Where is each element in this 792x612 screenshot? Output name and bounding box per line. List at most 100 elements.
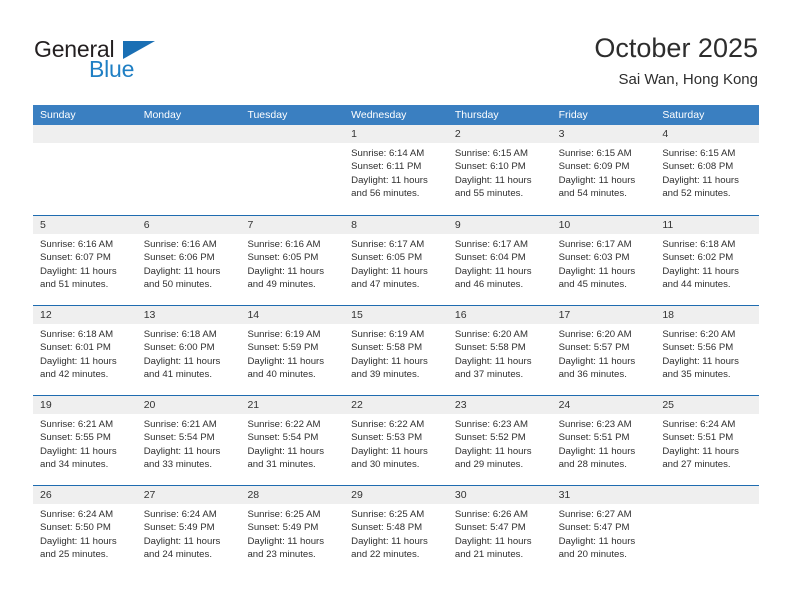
calendar-day-cell[interactable]: 11 Sunrise: 6:18 AM Sunset: 6:02 PM Dayligh… — [655, 216, 760, 305]
calendar-day-cell[interactable]: 15 Sunrise: 6:19 AM Sunset: 5:58 PM Dayligh… — [344, 306, 448, 395]
calendar-day-cell[interactable]: 14 Sunrise: 6:19 AM Sunset: 5:59 PM Dayligh… — [240, 306, 345, 395]
day-detail-line: Sunrise: 6:17 AM — [454, 239, 528, 250]
calendar-day-cell[interactable]: 19 Sunrise: 6:21 AM Sunset: 5:55 PM Dayligh… — [33, 396, 137, 485]
day-detail-line: and 52 minutes. — [662, 188, 731, 200]
day-detail-line: Daylight: 11 hours — [662, 355, 739, 367]
day-details: Sunrise: 6:25 AM Sunset: 5:48 PM Daylight:… — [344, 504, 448, 562]
day-detail-line: Daylight: 11 hours — [454, 174, 532, 186]
day-detail-line: Sunset: 5:54 PM — [247, 432, 319, 444]
day-details: Sunrise: 6:19 AM Sunset: 5:59 PM Daylight:… — [240, 324, 344, 382]
day-detail-line: Sunrise: 6:16 AM — [40, 239, 114, 250]
day-detail-line: Sunrise: 6:23 AM — [454, 419, 528, 430]
calendar-week-row: 26 Sunrise: 6:24 AM Sunset: 5:50 PM Dayligh… — [33, 485, 760, 575]
calendar-day-cell[interactable]: 23 Sunrise: 6:23 AM Sunset: 5:52 PM Dayligh… — [447, 396, 552, 485]
day-number: 23 — [447, 396, 552, 414]
day-number: 21 — [240, 396, 345, 414]
calendar-day-cell[interactable]: 3 Sunrise: 6:15 AM Sunset: 6:09 PM Daylight… — [551, 125, 656, 215]
day-number: 18 — [655, 306, 760, 324]
calendar-day-cell[interactable]: 22 Sunrise: 6:22 AM Sunset: 5:53 PM Dayligh… — [344, 396, 448, 485]
day-detail-line: Daylight: 11 hours — [247, 355, 325, 367]
day-details: Sunrise: 6:24 AM Sunset: 5:49 PM Daylight:… — [137, 504, 241, 562]
day-number — [655, 486, 760, 504]
day-number: 29 — [344, 486, 448, 504]
day-detail-line: Sunset: 5:52 PM — [454, 432, 526, 444]
day-number: 15 — [344, 306, 448, 324]
day-details: Sunrise: 6:16 AM Sunset: 6:06 PM Daylight:… — [137, 234, 241, 292]
day-details: Sunrise: 6:17 AM Sunset: 6:05 PM Daylight:… — [344, 234, 448, 292]
day-detail-line: Sunset: 6:03 PM — [558, 252, 630, 264]
day-detail-line: and 50 minutes. — [143, 279, 212, 291]
calendar-day-cell[interactable]: 25 Sunrise: 6:24 AM Sunset: 5:51 PM Dayligh… — [655, 396, 760, 485]
day-detail-line: and 47 minutes. — [351, 279, 420, 291]
day-detail-line: Daylight: 11 hours — [558, 265, 636, 277]
calendar-day-cell[interactable]: 29 Sunrise: 6:25 AM Sunset: 5:48 PM Dayligh… — [344, 486, 448, 575]
day-number: 1 — [344, 125, 448, 143]
day-detail-line: Daylight: 11 hours — [247, 445, 325, 457]
day-details — [240, 143, 344, 147]
calendar-day-cell[interactable]: 20 Sunrise: 6:21 AM Sunset: 5:54 PM Dayligh… — [136, 396, 241, 485]
calendar-day-cell[interactable]: 10 Sunrise: 6:17 AM Sunset: 6:03 PM Dayligh… — [551, 216, 656, 305]
day-detail-line: Sunset: 5:47 PM — [454, 522, 526, 534]
day-detail-line: Sunset: 5:47 PM — [558, 522, 630, 534]
calendar-day-cell[interactable]: 31 Sunrise: 6:27 AM Sunset: 5:47 PM Dayligh… — [551, 486, 656, 575]
weekday-header-row: Sunday Monday Tuesday Wednesday Thursday Frid… — [33, 105, 759, 125]
calendar-day-cell[interactable]: 12 Sunrise: 6:18 AM Sunset: 6:01 PM Dayligh… — [33, 306, 137, 395]
day-detail-line: Daylight: 11 hours — [40, 355, 117, 367]
calendar-day-cell[interactable]: 21 Sunrise: 6:22 AM Sunset: 5:54 PM Dayligh… — [240, 396, 345, 485]
day-detail-line: Sunset: 5:59 PM — [247, 342, 319, 354]
calendar-day-cell[interactable]: 2 Sunrise: 6:15 AM Sunset: 6:10 PM Daylight… — [447, 125, 552, 215]
calendar-day-cell[interactable]: 8 Sunrise: 6:17 AM Sunset: 6:05 PM Daylight… — [344, 216, 448, 305]
calendar-day-cell[interactable]: 28 Sunrise: 6:25 AM Sunset: 5:49 PM Dayligh… — [240, 486, 345, 575]
day-detail-line: Daylight: 11 hours — [351, 174, 428, 186]
day-detail-line: and 28 minutes. — [558, 459, 627, 471]
calendar-day-cell[interactable]: 27 Sunrise: 6:24 AM Sunset: 5:49 PM Dayligh… — [136, 486, 241, 575]
day-details: Sunrise: 6:23 AM Sunset: 5:52 PM Daylight:… — [448, 414, 552, 472]
day-detail-line: Sunset: 5:49 PM — [143, 522, 215, 534]
day-details — [33, 143, 137, 147]
calendar-day-cell[interactable]: 6 Sunrise: 6:16 AM Sunset: 6:06 PM Daylight… — [136, 216, 241, 305]
calendar-day-cell[interactable]: 18 Sunrise: 6:20 AM Sunset: 5:56 PM Dayligh… — [655, 306, 760, 395]
calendar-day-cell[interactable]: 1 Sunrise: 6:14 AM Sunset: 6:11 PM Daylight… — [344, 125, 448, 215]
day-detail-line: Sunrise: 6:17 AM — [558, 239, 632, 250]
calendar-day-cell[interactable]: 30 Sunrise: 6:26 AM Sunset: 5:47 PM Dayligh… — [447, 486, 552, 575]
calendar-day-cell-empty — [136, 125, 241, 215]
calendar-page: General Blue October 2025 Sai Wan, Hong … — [0, 0, 792, 612]
day-detail-line: Daylight: 11 hours — [247, 535, 325, 547]
day-detail-line: Daylight: 11 hours — [454, 445, 532, 457]
calendar-day-cell[interactable]: 4 Sunrise: 6:15 AM Sunset: 6:08 PM Daylight… — [655, 125, 760, 215]
calendar-day-cell[interactable]: 13 Sunrise: 6:18 AM Sunset: 6:00 PM Dayligh… — [136, 306, 241, 395]
day-detail-line: Sunrise: 6:25 AM — [351, 509, 425, 520]
day-detail-line: Sunset: 5:56 PM — [662, 342, 734, 354]
day-detail-line: Sunset: 5:51 PM — [558, 432, 630, 444]
calendar-day-cell[interactable]: 16 Sunrise: 6:20 AM Sunset: 5:58 PM Dayligh… — [447, 306, 552, 395]
day-detail-line: and 31 minutes. — [247, 459, 316, 471]
day-number: 25 — [655, 396, 760, 414]
day-detail-line: Sunrise: 6:18 AM — [662, 239, 736, 250]
day-detail-line: Sunrise: 6:16 AM — [143, 239, 217, 250]
day-detail-line: Daylight: 11 hours — [558, 535, 636, 547]
day-detail-line: and 21 minutes. — [454, 549, 524, 561]
page-subtitle: Sai Wan, Hong Kong — [618, 71, 758, 88]
day-detail-line: Sunrise: 6:22 AM — [351, 419, 425, 430]
day-detail-line: Sunrise: 6:21 AM — [40, 419, 114, 430]
day-details: Sunrise: 6:20 AM Sunset: 5:56 PM Daylight:… — [655, 324, 759, 382]
general-blue-logo[interactable]: General Blue — [34, 36, 214, 84]
calendar-day-cell[interactable]: 9 Sunrise: 6:17 AM Sunset: 6:04 PM Daylight… — [447, 216, 552, 305]
day-detail-line: Sunset: 6:09 PM — [558, 161, 630, 173]
calendar-day-cell[interactable]: 5 Sunrise: 6:16 AM Sunset: 6:07 PM Daylight… — [33, 216, 137, 305]
day-detail-line: Sunset: 6:08 PM — [662, 161, 734, 173]
day-details: Sunrise: 6:24 AM Sunset: 5:50 PM Daylight:… — [33, 504, 137, 562]
day-detail-line: and 27 minutes. — [662, 459, 731, 471]
calendar-day-cell[interactable]: 26 Sunrise: 6:24 AM Sunset: 5:50 PM Dayligh… — [33, 486, 137, 575]
day-number — [136, 125, 241, 143]
day-detail-line: and 24 minutes. — [143, 549, 212, 561]
day-detail-line: Daylight: 11 hours — [40, 265, 117, 277]
day-details: Sunrise: 6:18 AM Sunset: 6:00 PM Daylight:… — [137, 324, 241, 382]
day-details: Sunrise: 6:15 AM Sunset: 6:09 PM Daylight:… — [552, 143, 656, 201]
day-detail-line: Sunset: 5:57 PM — [558, 342, 630, 354]
calendar-day-cell[interactable]: 17 Sunrise: 6:20 AM Sunset: 5:57 PM Dayligh… — [551, 306, 656, 395]
calendar-day-cell[interactable]: 7 Sunrise: 6:16 AM Sunset: 6:05 PM Daylight… — [240, 216, 345, 305]
day-number: 7 — [240, 216, 345, 234]
weekday-header-friday: Friday — [558, 109, 588, 121]
calendar-day-cell[interactable]: 24 Sunrise: 6:23 AM Sunset: 5:51 PM Dayligh… — [551, 396, 656, 485]
